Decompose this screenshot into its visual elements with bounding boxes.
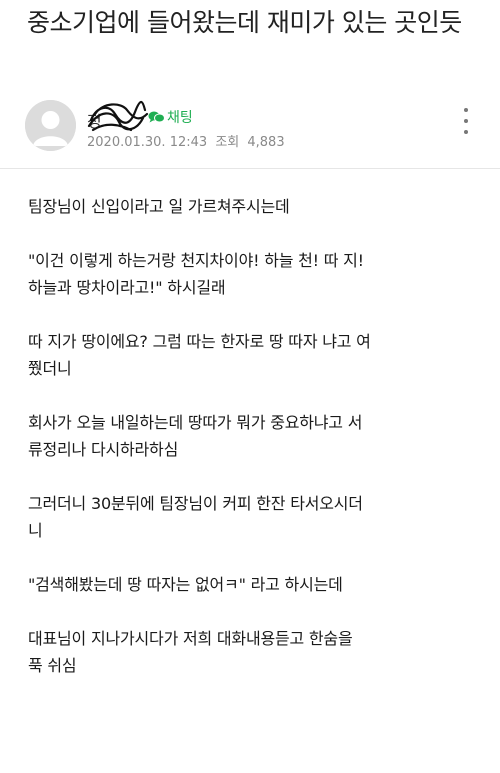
body-paragraph: 회사가 오늘 내일하는데 땅따가 뭐가 중요하냐고 서 류정리나 다시하라하심 [28,413,363,459]
views-count: 4,883 [247,135,285,150]
more-vertical-icon[interactable] [461,108,471,134]
scribble-redaction [87,100,149,132]
body-paragraph: "검색해봤는데 땅 따자는 없어ㅋ" 라고 하시는데 [28,575,343,594]
divider [0,168,500,169]
views-label: 조회 [215,135,240,150]
post-date: 2020.01.30. 12:43 [87,135,208,150]
body-paragraph: 그러더니 30분뒤에 팀장님이 커피 한잔 타서오시더 니 [28,494,363,540]
post-title: 중소기업에 들어왔는데 재미가 있는 곳인듯 [27,8,462,37]
author-row: 정 채팅 2020.01.30. 12:43 조회 4,883 [25,100,485,156]
chat-link[interactable]: 채팅 [148,107,193,127]
body-paragraph: 대표님이 지나가시다가 저희 대화내용듣고 한숨을 푹 쉬심 [28,629,353,675]
avatar[interactable] [25,100,76,151]
post-body: 팀장님이 신입이라고 일 가르쳐주시는데 "이건 이렇게 하는거랑 천지차이야!… [28,193,478,706]
chat-bubble-icon [148,111,165,123]
body-paragraph: 팀장님이 신입이라고 일 가르쳐주시는데 [28,197,290,216]
chat-label: 채팅 [167,110,193,126]
avatar-placeholder-icon [25,100,76,151]
post-meta: 2020.01.30. 12:43 조회 4,883 [87,131,289,150]
body-paragraph: 따 지가 땅이에요? 그럼 따는 한자로 땅 따자 냐고 여 쭸더니 [28,332,371,378]
body-paragraph: "이건 이렇게 하는거랑 천지차이야! 하늘 천! 따 지! 하늘과 땅차이라고… [28,251,364,297]
post-page: 중소기업에 들어왔는데 재미가 있는 곳인듯 정 채팅 2020.01.30. … [0,0,500,773]
